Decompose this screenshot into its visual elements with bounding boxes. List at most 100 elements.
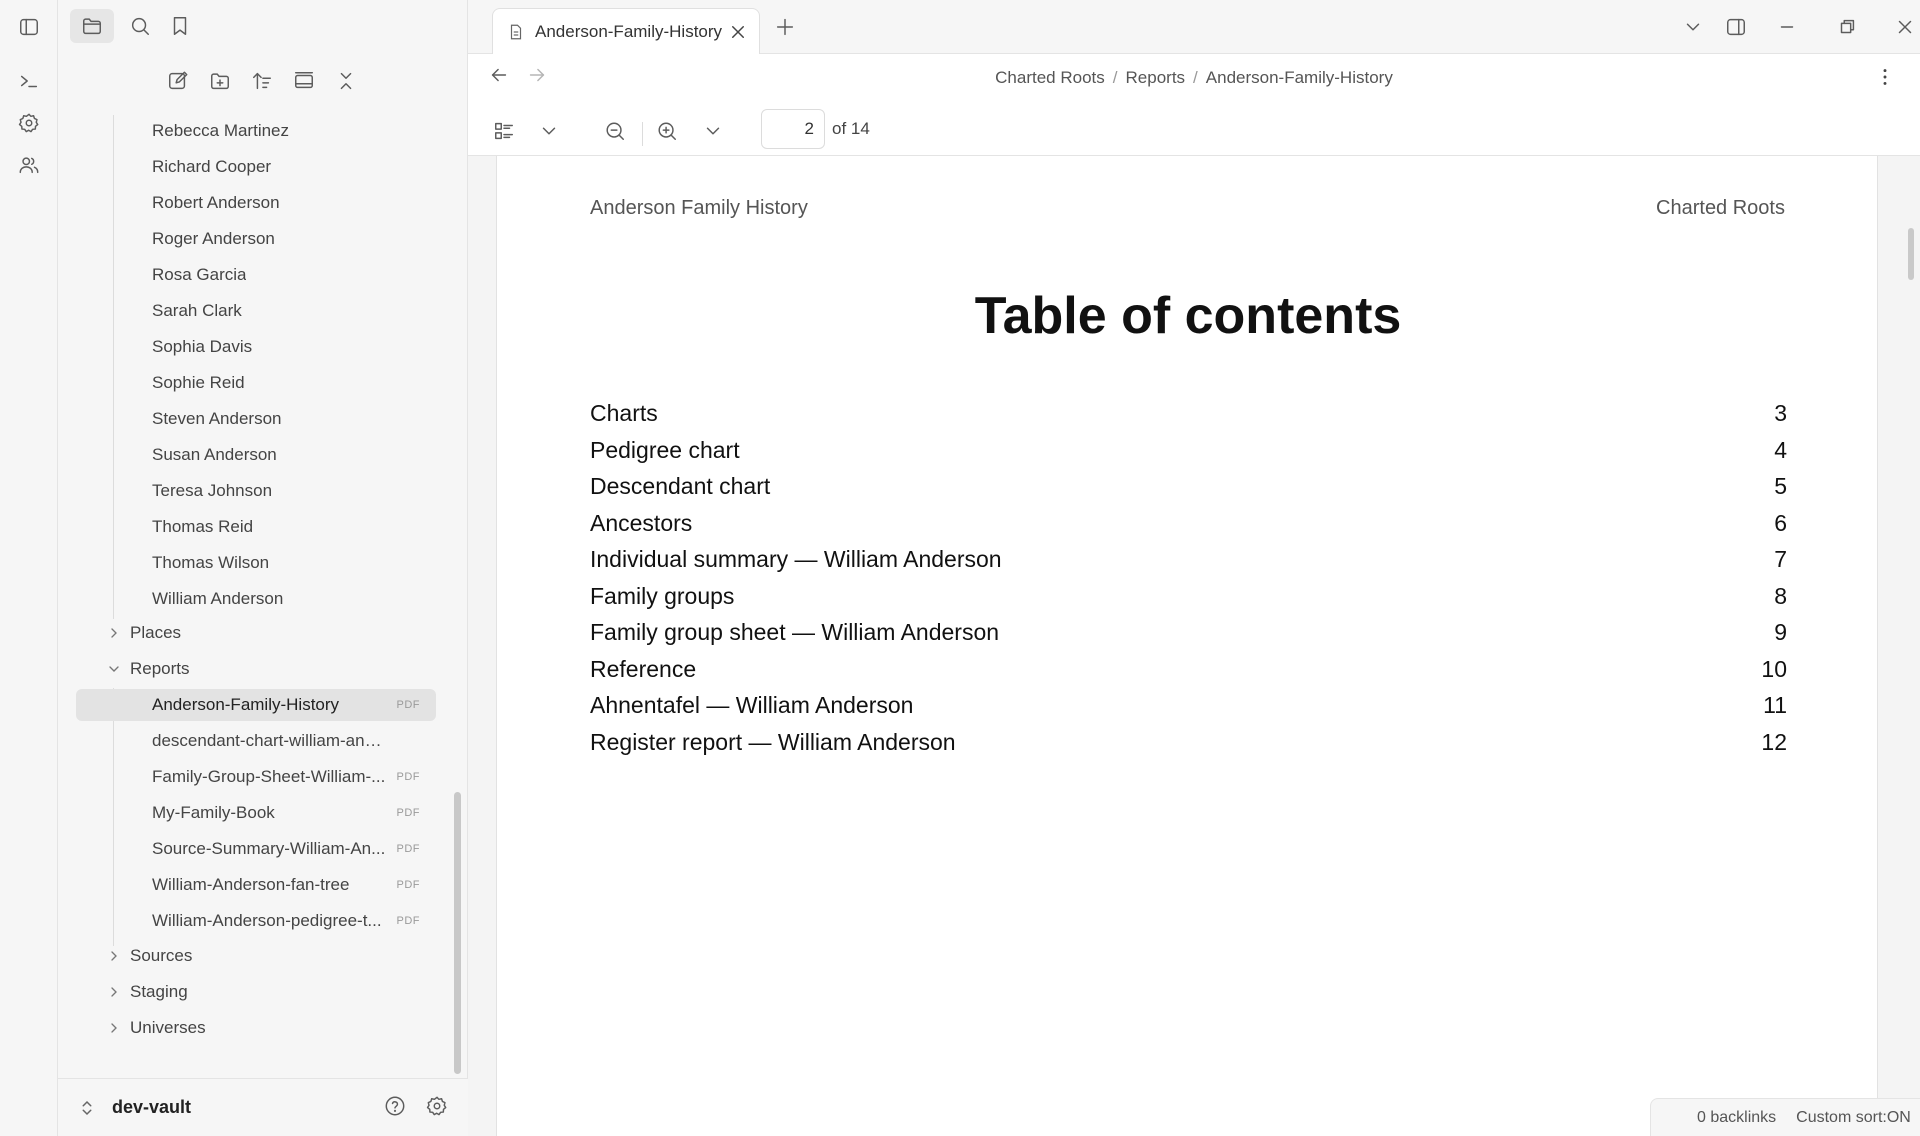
page-number-input[interactable] [761,109,825,149]
toc-entry-title: Family groups [590,582,735,609]
new-tab-icon[interactable] [770,12,800,42]
collapse-all-icon[interactable] [331,66,361,96]
item-label: Richard Cooper [152,157,272,176]
search-icon[interactable] [118,9,162,43]
collapse-view-icon[interactable] [289,66,319,96]
breadcrumb-item[interactable]: Anderson-Family-History [1206,68,1393,87]
thumbnail-view-icon[interactable] [489,116,519,146]
toc-entry-title: Family group sheet — William Anderson [590,619,1000,645]
sidebar-mode-chevron-icon[interactable] [534,116,564,146]
toc-entry[interactable]: Pedigree chart 4 [590,437,1787,473]
toc-entry-page: 8 [1774,582,1787,609]
file-item-active[interactable]: Anderson-Family-History PDF [76,689,436,721]
item-label: Rosa Garcia [152,265,247,284]
list-item[interactable]: Steven Anderson [94,403,436,435]
toc-entry-page: 9 [1774,619,1787,645]
new-folder-icon[interactable] [205,66,235,96]
help-icon[interactable] [384,1095,406,1117]
custom-sort-status[interactable]: Custom sort:ON [1796,1109,1911,1127]
toc-entry[interactable]: Ancestors 6 [590,510,1787,546]
restore-icon[interactable] [1832,12,1862,42]
sort-icon[interactable] [247,66,277,96]
list-item[interactable]: Sarah Clark [94,295,436,327]
pdf-toolbar: of 14 [468,104,1920,156]
file-item[interactable]: Family-Group-Sheet-William-... PDF [94,761,436,793]
vault-switch-icon[interactable] [78,1097,96,1119]
list-item[interactable]: Sophie Reid [94,367,436,399]
list-item[interactable]: Roger Anderson [94,223,436,255]
toc-entry[interactable]: Charts 3 [590,400,1787,436]
sidebar-toggle-icon[interactable] [14,12,44,42]
right-sidebar-toggle-icon[interactable] [1721,12,1751,42]
folder-label: Places [130,623,182,642]
folder-label: Reports [130,659,190,678]
folder-sources[interactable]: Sources [94,940,436,972]
zoom-in-icon[interactable] [652,116,682,146]
file-item[interactable]: descendant-chart-william-anders... [94,725,436,757]
sidebar-scrollbar[interactable] [454,792,461,1074]
list-item[interactable]: Robert Anderson [94,187,436,219]
new-note-icon[interactable] [163,66,193,96]
toc-entry[interactable]: Family group sheet — William Anderson 9 [590,619,1787,655]
item-label: Rebecca Martinez [152,121,290,140]
vault-name[interactable]: dev-vault [112,1097,191,1118]
toc-entry[interactable]: Individual summary — William Anderson 7 [590,546,1787,582]
close-window-icon[interactable] [1890,12,1920,42]
list-item[interactable]: Richard Cooper [94,151,436,183]
tab-list-chevron-icon[interactable] [1678,12,1708,42]
pdf-page: Anderson Family History Charted Roots Ta… [496,156,1878,1136]
toc-entry[interactable]: Descendant chart 5 [590,473,1787,509]
toc-entry[interactable]: Family groups 8 [590,583,1787,619]
item-label: Sarah Clark [152,301,242,320]
file-item[interactable]: Source-Summary-William-An... PDF [94,833,436,865]
folder-icon[interactable] [70,9,114,43]
more-options-icon[interactable] [1874,66,1896,88]
pdf-scrollbar[interactable] [1908,228,1914,280]
item-label: Teresa Johnson [152,481,273,500]
item-label: Source-Summary-William-An... [152,839,386,858]
people-icon[interactable] [14,150,44,180]
terminal-icon[interactable] [14,66,44,96]
toc-entry-title: Descendant chart [590,473,771,499]
toolbar-divider [642,122,643,146]
file-item[interactable]: My-Family-Book PDF [94,797,436,829]
zoom-options-chevron-icon[interactable] [698,116,728,146]
file-type-tag: PDF [396,699,420,711]
file-type-tag: PDF [396,879,420,891]
breadcrumb-item[interactable]: Charted Roots [995,68,1105,87]
folder-staging[interactable]: Staging [94,976,436,1008]
zoom-out-icon[interactable] [600,116,630,146]
list-item[interactable]: Teresa Johnson [94,475,436,507]
folder-universes[interactable]: Universes [94,1012,436,1044]
toc-entry-page: 6 [1774,509,1787,536]
list-item[interactable]: William Anderson [94,583,436,615]
vault-settings-icon[interactable] [426,1095,448,1117]
file-type-tag: PDF [396,915,420,927]
file-icon [510,24,522,39]
toc-entry-page: 5 [1774,473,1787,499]
breadcrumb-item[interactable]: Reports [1126,68,1186,87]
folder-reports[interactable]: Reports [94,653,436,685]
list-item[interactable]: Susan Anderson [94,439,436,471]
pdf-viewer[interactable]: Anderson Family History Charted Roots Ta… [468,156,1920,1136]
folder-places[interactable]: Places [94,617,436,649]
backlinks-count[interactable]: 0 backlinks [1697,1109,1776,1127]
folder-label: Sources [130,946,193,965]
chevron-right-icon [111,628,117,638]
close-tab-icon[interactable] [729,23,747,41]
list-item[interactable]: Rebecca Martinez [94,115,436,147]
file-item[interactable]: William-Anderson-fan-tree PDF [94,869,436,901]
list-item[interactable]: Thomas Reid [94,511,436,543]
list-item[interactable]: Thomas Wilson [94,547,436,579]
file-item[interactable]: William-Anderson-pedigree-t... PDF [94,905,436,937]
list-item[interactable]: Sophia Davis [94,331,436,363]
page-total: of 14 [832,119,870,138]
toc-entry[interactable]: Ahnentafel — William Anderson 11 [590,692,1787,728]
settings-icon[interactable] [14,108,44,138]
toc-entry[interactable]: Register report — William Anderson 12 [590,729,1787,765]
toc-entry[interactable]: Reference 10 [590,656,1787,692]
list-item[interactable]: Rosa Garcia [94,259,436,291]
bookmark-icon[interactable] [158,9,202,43]
tab-anderson-family-history[interactable]: Anderson-Family-History [492,8,760,54]
minimize-icon[interactable] [1772,12,1802,42]
